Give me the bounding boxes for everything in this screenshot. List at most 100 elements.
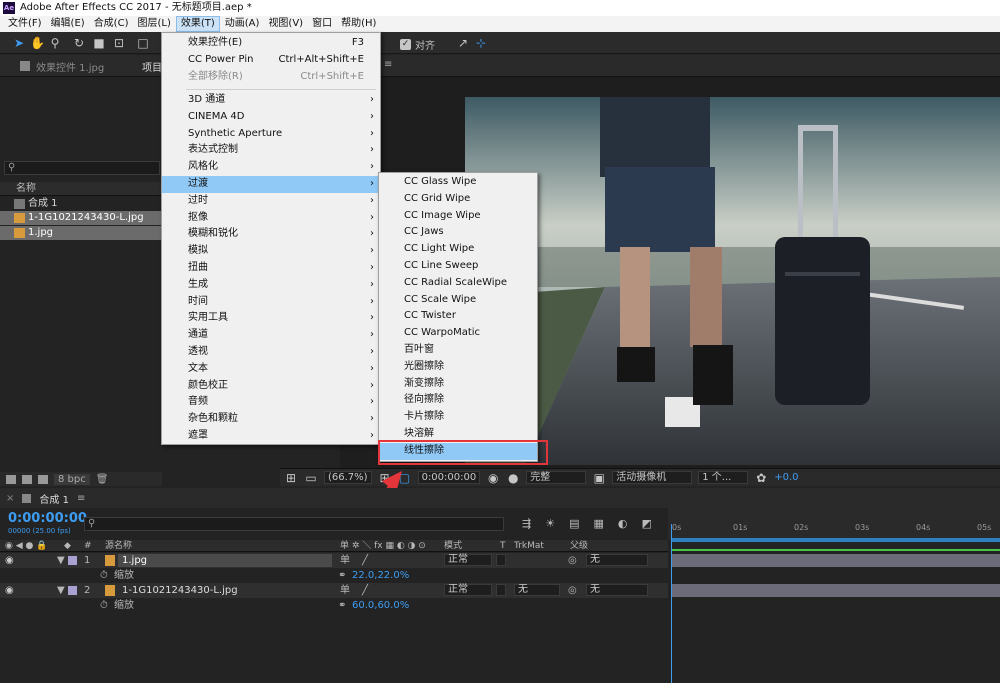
menu-item-category[interactable]: Synthetic Aperture › [162, 126, 380, 143]
parent-dropdown[interactable]: 无 [586, 584, 648, 596]
interpret-footage-icon[interactable] [6, 474, 16, 484]
menu-item-category[interactable]: 抠像 › [162, 210, 380, 227]
menu-item-effect-controls[interactable]: 效果控件(E) F3 [162, 35, 380, 52]
trash-icon[interactable]: 🗑 [96, 474, 109, 485]
menu-item-cc-power-pin[interactable]: CC Power Pin Ctrl+Alt+Shift+E [162, 52, 380, 69]
new-composition-icon[interactable] [38, 474, 48, 484]
camera-dropdown[interactable]: 活动摄像机 [612, 471, 693, 484]
menu-animation[interactable]: 动画(A) [221, 16, 264, 32]
menu-item-category[interactable]: 杂色和颗粒 › [162, 411, 380, 428]
menu-item-category[interactable]: 生成 › [162, 277, 380, 294]
tab-menu-icon[interactable]: ≡ [77, 493, 85, 504]
menu-item-category[interactable]: 颜色校正 › [162, 378, 380, 395]
shy-layers-icon[interactable]: ▤ [569, 517, 579, 530]
blend-mode-dropdown[interactable]: 正常 [444, 554, 492, 566]
preserve-transparency-checkbox[interactable] [496, 584, 506, 596]
time-ruler[interactable]: 0s 01s 02s 03s 04s 05s [668, 508, 1000, 540]
expand-triangle-icon[interactable]: ▼ [57, 583, 65, 598]
property-row[interactable]: ⏱ 缩放 ⚭ 22.0,22.0% [0, 568, 668, 583]
draft-3d-icon[interactable]: ☀ [545, 517, 555, 530]
menu-item-category[interactable]: 通道 › [162, 327, 380, 344]
work-area-bar[interactable] [672, 538, 1000, 542]
layer-name[interactable]: 1-1G1021243430-L.jpg [122, 583, 238, 598]
submenu-item-transition[interactable]: CC Line Sweep [379, 258, 537, 275]
project-name-column[interactable]: 名称 [0, 182, 162, 196]
menu-item-category[interactable]: 过时 › [162, 193, 380, 210]
graph-editor-icon[interactable]: ◩ [642, 517, 652, 530]
menu-item-category[interactable]: 扭曲 › [162, 260, 380, 277]
preserve-transparency-checkbox[interactable] [496, 554, 506, 566]
rectangle-tool-icon[interactable]: □ [136, 36, 150, 50]
scale-value[interactable]: 22.0,22.0% [352, 568, 409, 583]
color-channels-icon[interactable]: ● [506, 471, 520, 485]
project-item-image[interactable]: 1.jpg [0, 226, 162, 240]
property-row[interactable]: ⏱ 缩放 ⚭ 60.0,60.0% [0, 598, 668, 613]
bit-depth-button[interactable]: 8 bpc [54, 473, 90, 485]
menu-window[interactable]: 窗口 [308, 16, 336, 32]
menu-item-category[interactable]: 表达式控制 › [162, 142, 380, 159]
menu-item-category[interactable]: 时间 › [162, 294, 380, 311]
parent-pickwhip-icon[interactable]: ◎ [568, 553, 577, 568]
menu-item-category[interactable]: CINEMA 4D › [162, 109, 380, 126]
menu-item-category[interactable]: 模糊和锐化 › [162, 226, 380, 243]
views-dropdown[interactable]: 1 个... [698, 471, 749, 484]
menu-item-category[interactable]: 风格化 › [162, 159, 380, 176]
tab-effect-controls[interactable]: 效果控件 1.jpg [36, 59, 104, 74]
tab-composition[interactable]: 合成 1 [39, 491, 69, 506]
tab-project[interactable]: 项目 [142, 59, 162, 74]
quality-switch-icon[interactable]: ╱ [362, 553, 368, 568]
layer-name[interactable]: 1.jpg [118, 554, 332, 567]
expand-triangle-icon[interactable]: ▼ [57, 553, 65, 568]
menu-item-category[interactable]: 过渡 › [162, 176, 380, 193]
snap-checkbox[interactable]: ✓ [400, 38, 411, 50]
submenu-item-transition[interactable]: CC Radial ScaleWipe [379, 275, 537, 292]
t-header[interactable]: T [500, 540, 506, 552]
timeline-search-input[interactable]: ⚲ [84, 517, 504, 531]
menu-item-category[interactable]: 文本 › [162, 361, 380, 378]
submenu-item-transition[interactable]: CC WarpoMatic [379, 325, 537, 342]
menu-item-category[interactable]: 透视 › [162, 344, 380, 361]
quality-switch-icon[interactable]: ╱ [362, 583, 368, 598]
submenu-item-transition[interactable]: CC Grid Wipe [379, 191, 537, 208]
reset-exposure-icon[interactable]: ✿ [754, 471, 768, 485]
visibility-eye-icon[interactable]: ◉ [5, 553, 14, 568]
scale-value[interactable]: 60.0,60.0% [352, 598, 409, 613]
constrain-proportions-icon[interactable]: ⚭ [338, 598, 346, 613]
visibility-eye-icon[interactable]: ◉ [5, 583, 14, 598]
axis-tool-icon[interactable]: ↗ [456, 36, 470, 50]
fast-preview-icon[interactable]: ▣ [592, 471, 606, 485]
menu-item-category[interactable]: 遮罩 › [162, 428, 380, 445]
rotate-tool-icon[interactable]: ↻ [72, 36, 86, 50]
submenu-item-transition[interactable]: 渐变擦除 [379, 376, 537, 393]
monitor-icon[interactable]: ▭ [304, 471, 318, 485]
new-folder-icon[interactable] [22, 474, 32, 484]
panel-lock-icon[interactable] [20, 61, 30, 71]
parent-pickwhip-icon[interactable]: ◎ [568, 583, 577, 598]
menu-item-category[interactable]: 3D 通道 › [162, 92, 380, 109]
stopwatch-icon[interactable]: ⏱ [100, 598, 108, 613]
mode-header[interactable]: 模式 [444, 540, 462, 552]
parent-dropdown[interactable]: 无 [586, 554, 648, 566]
stopwatch-icon[interactable]: ⏱ [100, 568, 108, 583]
submenu-item-transition[interactable]: CC Scale Wipe [379, 292, 537, 309]
project-item-comp[interactable]: 合成 1 [0, 197, 162, 211]
submenu-item-transition[interactable]: 卡片擦除 [379, 409, 537, 426]
menu-effect[interactable]: 效果(T) [175, 16, 220, 32]
menu-item-remove-all[interactable]: 全部移除(R) Ctrl+Shift+E [162, 69, 380, 86]
menu-item-category[interactable]: 音频 › [162, 394, 380, 411]
zoom-tool-icon[interactable]: ⚲ [48, 36, 62, 50]
layer-duration-bar[interactable] [672, 554, 1000, 567]
submenu-item-transition[interactable]: 光圈擦除 [379, 359, 537, 376]
parent-header[interactable]: 父级 [570, 540, 588, 552]
snapshot-icon[interactable]: ◉ [486, 471, 500, 485]
exposure-value[interactable]: +0.0 [774, 472, 798, 483]
submenu-item-transition[interactable]: CC Glass Wipe [379, 174, 537, 191]
track-matte-dropdown[interactable]: 无 [514, 584, 560, 596]
close-tab-icon[interactable]: × [6, 493, 14, 504]
pan-behind-tool-icon[interactable]: ⊡ [112, 36, 126, 50]
camera-tool-icon[interactable]: ■ [92, 36, 106, 50]
snap-grid-icon[interactable]: ⊹ [474, 36, 488, 50]
submenu-item-transition[interactable]: 百叶窗 [379, 342, 537, 359]
snap-toggle[interactable]: ✓ 对齐 [400, 37, 435, 52]
menu-layer[interactable]: 图层(L) [133, 16, 174, 32]
